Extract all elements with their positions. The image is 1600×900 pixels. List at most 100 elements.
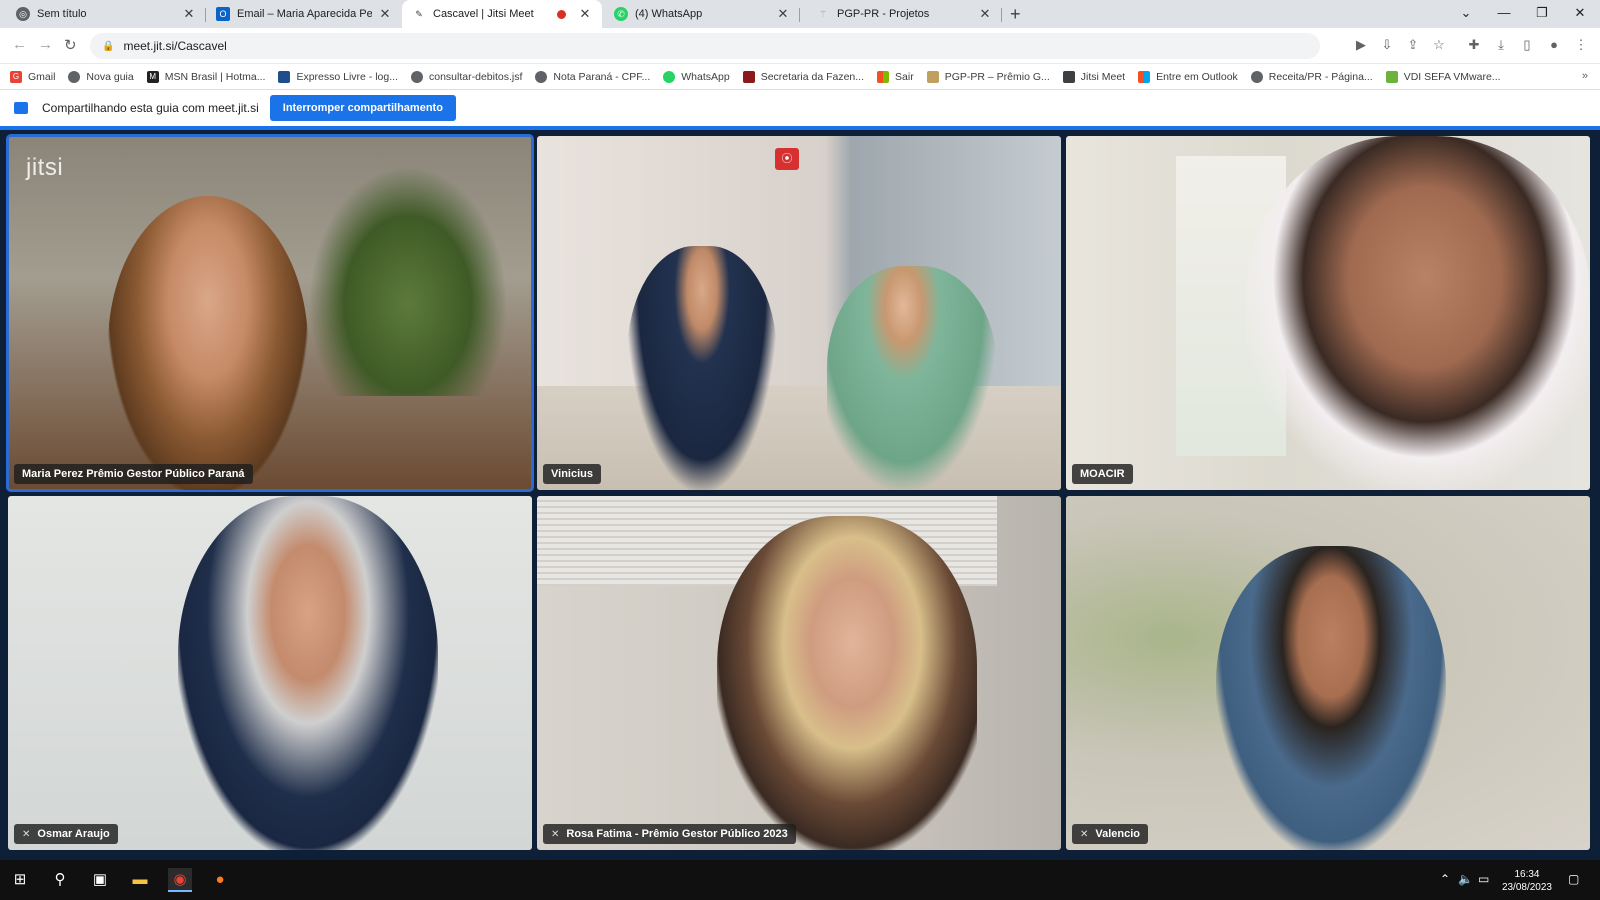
participant-tile[interactable]: ✕ Osmar Araujo — [8, 496, 532, 850]
search-icon[interactable]: ⚲ — [48, 868, 72, 892]
address-bar[interactable]: 🔒 meet.jit.si/Cascavel — [90, 33, 1320, 59]
participant-name-label: Vinicius — [543, 464, 601, 484]
bookmark-outlook[interactable]: Entre em Outlook — [1138, 70, 1238, 83]
notifications-icon[interactable]: ▢ — [1568, 872, 1579, 886]
recording-icon: ⦿ — [775, 148, 799, 170]
side-panel-icon[interactable]: ▯ — [1518, 37, 1536, 53]
file-explorer-icon[interactable]: ▬ — [128, 868, 152, 892]
windows-taskbar: ⊞ ⚲ ▣ ▬ ◉ ● ⌃ 🔈 ▭ 16:34 23/08/2023 ▢ — [0, 860, 1600, 900]
volume-icon[interactable]: 🔈 — [1458, 872, 1473, 886]
sharing-status-text: Compartilhando esta guia com meet.jit.si — [42, 101, 259, 115]
pgp-icon: ⚚ — [818, 8, 828, 19]
close-window-button[interactable]: ✕ — [1560, 0, 1600, 28]
meeting-stage: jitsi Maria Perez Prêmio Gestor Público … — [0, 130, 1600, 860]
muted-mic-icon: ✕ — [551, 828, 560, 840]
forward-icon[interactable]: → — [38, 36, 53, 53]
windows-start-icon[interactable]: ⊞ — [8, 868, 32, 892]
close-tab-icon[interactable]: ✕ — [776, 6, 790, 22]
globe-icon — [1250, 70, 1263, 83]
bookmark-msn[interactable]: M MSN Brasil | Hotma... — [146, 70, 265, 83]
tab-email[interactable]: O Email – Maria Aparecida Perez N ✕ — [206, 0, 402, 28]
minimize-button[interactable]: — — [1484, 0, 1524, 28]
vmware-icon — [1385, 70, 1398, 83]
close-tab-icon[interactable]: ✕ — [182, 6, 196, 22]
tab-sem-titulo[interactable]: ◎ Sem título ✕ — [6, 0, 206, 28]
jitsi-icon: ✎ — [415, 8, 423, 19]
participant-tile[interactable]: ✕ Rosa Fatima - Prêmio Gestor Público 202… — [537, 496, 1061, 850]
tab-pgp-projetos[interactable]: ⚚ PGP-PR - Projetos ✕ — [806, 0, 1002, 28]
participant-tile[interactable]: ⦿ Vinicius — [537, 136, 1061, 490]
close-tab-icon[interactable]: ✕ — [578, 6, 592, 22]
participant-video — [1216, 546, 1446, 850]
participant-tile[interactable]: MOACIR — [1066, 136, 1590, 490]
tab-sharing-bar: Compartilhando esta guia com meet.jit.si… — [0, 90, 1600, 130]
downloads-icon[interactable]: ⤓ — [1492, 37, 1510, 53]
participant-name-label: ✕ Osmar Araujo — [14, 824, 118, 844]
participant-video — [717, 516, 977, 850]
stop-sharing-button[interactable]: Interromper compartilhamento — [269, 95, 456, 121]
participant-video — [827, 266, 997, 490]
participant-name-label: MOACIR — [1072, 464, 1133, 484]
bookmark-nota-parana[interactable]: Nota Paraná - CPF... — [535, 70, 650, 83]
restore-button[interactable]: ❐ — [1522, 0, 1562, 28]
tab-jitsi-meet[interactable]: ✎ Cascavel | Jitsi Meet ✕ — [402, 0, 602, 28]
back-icon[interactable]: ← — [12, 36, 27, 53]
lock-icon: 🔒 — [102, 40, 115, 52]
bookmarks-bar: G Gmail Nova guia M MSN Brasil | Hotma... … — [0, 64, 1600, 90]
firefox-icon[interactable]: ● — [208, 868, 232, 892]
participant-tile[interactable]: jitsi Maria Perez Prêmio Gestor Público … — [6, 134, 534, 492]
address-toolbar: ← → ↻ 🔒 meet.jit.si/Cascavel ▶ ⇩ ⇪ ☆ ✚ ⤓… — [0, 28, 1600, 64]
system-clock[interactable]: 16:34 23/08/2023 — [1502, 868, 1552, 894]
profile-icon[interactable]: ● — [1545, 37, 1563, 52]
bookmark-whatsapp[interactable]: WhatsApp — [663, 70, 730, 83]
microsoft-icon — [877, 70, 890, 83]
network-icon[interactable]: ▭ — [1478, 872, 1489, 886]
participant-video — [178, 496, 438, 850]
jitsi-icon — [1062, 70, 1075, 83]
more-bookmarks-icon[interactable]: » — [1582, 70, 1588, 82]
pgp-icon — [926, 70, 939, 83]
tab-whatsapp[interactable]: ✆ (4) WhatsApp ✕ — [604, 0, 800, 28]
task-view-icon[interactable]: ▣ — [88, 868, 112, 892]
bookmark-vdi-sefa[interactable]: VDI SEFA VMware... — [1385, 70, 1501, 83]
new-tab-button[interactable]: + — [1010, 4, 1021, 25]
show-hidden-icons-icon[interactable]: ⌃ — [1440, 872, 1450, 886]
reload-icon[interactable]: ↻ — [64, 36, 77, 54]
participant-video — [108, 196, 308, 490]
close-tab-icon[interactable]: ✕ — [978, 6, 992, 22]
background-plant — [308, 166, 508, 396]
close-tab-icon[interactable]: ✕ — [378, 6, 392, 22]
bookmark-secretaria-fazenda[interactable]: Secretaria da Fazen... — [742, 70, 864, 83]
participant-name-label: ✕ Valencio — [1072, 824, 1149, 844]
share-icon[interactable]: ⇪ — [1404, 37, 1422, 53]
bookmark-jitsi-meet[interactable]: Jitsi Meet — [1062, 70, 1125, 83]
star-icon[interactable]: ☆ — [1430, 37, 1448, 53]
bookmark-sair[interactable]: Sair — [877, 70, 914, 83]
menu-icon[interactable]: ⋮ — [1572, 37, 1590, 53]
chrome-icon[interactable]: ◉ — [168, 868, 192, 892]
browser-tab-strip: ◎ Sem título ✕ O Email – Maria Aparecida… — [0, 0, 1600, 28]
muted-mic-icon: ✕ — [22, 828, 31, 840]
google-icon: G — [10, 70, 22, 83]
bookmark-nova-guia[interactable]: Nova guia — [68, 70, 134, 83]
participant-video — [1246, 136, 1590, 490]
bookmark-pgp-premio[interactable]: PGP-PR – Prêmio G... — [926, 70, 1050, 83]
outlook-icon: O — [216, 7, 230, 21]
participant-name-label: ✕ Rosa Fatima - Prêmio Gestor Público 202… — [543, 824, 796, 844]
bookmark-gmail[interactable]: G Gmail — [10, 70, 55, 83]
tab-search-icon[interactable]: ⌄ — [1446, 0, 1486, 28]
bookmark-expresso[interactable]: Expresso Livre - log... — [278, 70, 398, 83]
participant-name-label: Maria Perez Prêmio Gestor Público Paraná — [14, 464, 253, 484]
bookmark-receita-pr[interactable]: Receita/PR - Página... — [1250, 70, 1373, 83]
globe-icon — [535, 70, 548, 83]
whatsapp-icon: ✆ — [614, 7, 628, 21]
camera-icon[interactable]: ▶ — [1352, 37, 1370, 53]
screen-share-icon — [14, 102, 28, 114]
extensions-icon[interactable]: ✚ — [1465, 37, 1483, 53]
participant-tile[interactable]: ✕ Valencio — [1066, 496, 1590, 850]
whatsapp-icon — [663, 70, 676, 83]
bookmark-consultar-debitos[interactable]: consultar-debitos.jsf — [411, 70, 522, 83]
globe-icon — [68, 70, 81, 83]
install-icon[interactable]: ⇩ — [1378, 37, 1396, 53]
globe-icon: ◎ — [16, 7, 30, 21]
